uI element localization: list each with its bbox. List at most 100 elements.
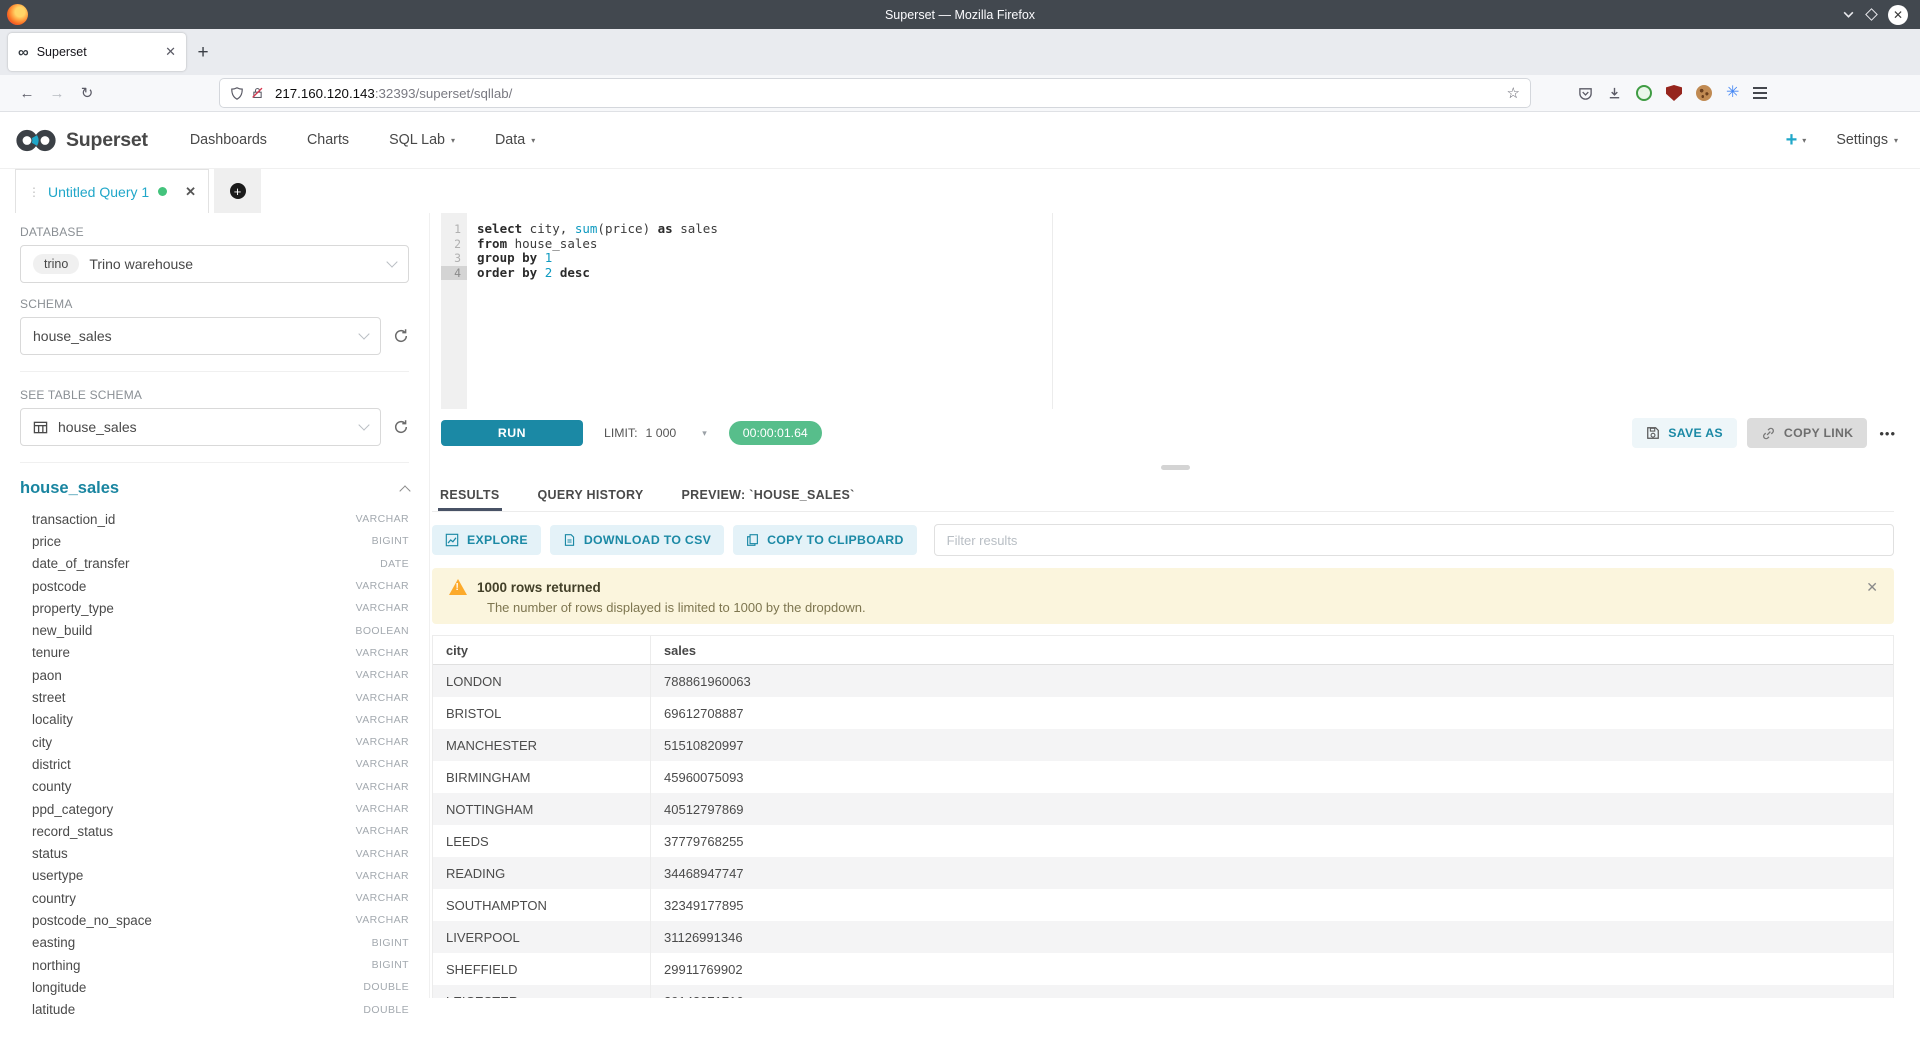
table-grid-icon bbox=[33, 420, 48, 435]
window-maximize-icon[interactable] bbox=[1865, 8, 1878, 21]
banner-close-icon[interactable]: ✕ bbox=[1866, 579, 1878, 596]
schema-column-row: countyVARCHAR bbox=[20, 776, 409, 798]
schema-column-row: usertypeVARCHAR bbox=[20, 865, 409, 887]
cell-city: NOTTINGHAM bbox=[433, 793, 651, 825]
limit-dropdown[interactable]: LIMIT: 1 000 ▾ bbox=[604, 426, 707, 440]
column-type: VARCHAR bbox=[356, 914, 409, 926]
column-name: price bbox=[32, 534, 61, 549]
column-name: tenure bbox=[32, 645, 70, 660]
cell-sales: 32349177895 bbox=[651, 889, 1893, 921]
collapse-chevron-icon[interactable] bbox=[399, 485, 410, 496]
action-label: DOWNLOAD TO CSV bbox=[584, 533, 711, 547]
sql-editor[interactable]: 1234 select city, sum(price) as salesfro… bbox=[430, 213, 1920, 409]
schema-column-row: property_typeVARCHAR bbox=[20, 597, 409, 619]
downloads-icon[interactable] bbox=[1607, 86, 1622, 101]
schema-column-row: postcode_no_spaceVARCHAR bbox=[20, 909, 409, 931]
explore-button[interactable]: EXPLORE bbox=[432, 525, 541, 555]
add-query-tab-button[interactable]: + bbox=[214, 169, 261, 213]
cell-sales: 29911769902 bbox=[651, 953, 1893, 985]
schema-column-row: statusVARCHAR bbox=[20, 842, 409, 864]
cell-city: LEEDS bbox=[433, 825, 651, 857]
ublock-shield-icon[interactable] bbox=[1666, 85, 1682, 101]
cell-sales: 37779768255 bbox=[651, 825, 1893, 857]
save-as-button[interactable]: SAVE AS bbox=[1632, 418, 1737, 448]
filter-results-input[interactable] bbox=[934, 524, 1894, 556]
superset-brand[interactable]: Superset bbox=[14, 127, 148, 154]
nav-item-charts[interactable]: Charts bbox=[307, 132, 349, 148]
column-name: usertype bbox=[32, 868, 83, 883]
window-minimize-icon[interactable] bbox=[1842, 8, 1855, 21]
back-icon[interactable]: ← bbox=[12, 85, 42, 102]
settings-menu[interactable]: Settings ▾ bbox=[1836, 132, 1898, 148]
cell-sales: 31126991346 bbox=[651, 921, 1893, 953]
run-button[interactable]: RUN bbox=[441, 420, 583, 446]
results-actions: EXPLORE DOWNLOAD TO CSV COPY TO CLIPBOARD bbox=[432, 524, 1894, 556]
editor-code[interactable]: select city, sum(price) as salesfrom hou… bbox=[477, 222, 1920, 280]
editor-gutter: 1234 bbox=[441, 213, 467, 409]
chevron-down-icon: ▾ bbox=[1802, 136, 1806, 145]
column-name: country bbox=[32, 891, 76, 906]
nav-item-label: Data bbox=[495, 132, 525, 148]
schema-column-row: countryVARCHAR bbox=[20, 887, 409, 909]
copy-clipboard-button[interactable]: COPY TO CLIPBOARD bbox=[733, 525, 917, 555]
column-name: status bbox=[32, 846, 68, 861]
new-tab-button[interactable]: + bbox=[186, 36, 220, 70]
copy-link-button[interactable]: COPY LINK bbox=[1747, 418, 1867, 448]
chevron-down-icon: ▾ bbox=[451, 136, 455, 145]
menu-icon[interactable] bbox=[1753, 87, 1767, 98]
column-header-sales[interactable]: sales bbox=[651, 636, 1893, 664]
resize-handle[interactable] bbox=[1161, 465, 1190, 470]
superset-favicon-icon: ∞ bbox=[18, 45, 29, 60]
query-tabstrip: ⋮ Untitled Query 1 ✕ + bbox=[0, 169, 1920, 213]
brand-name: Superset bbox=[66, 129, 148, 152]
query-tab-close-icon[interactable]: ✕ bbox=[185, 184, 196, 200]
column-name: northing bbox=[32, 958, 80, 973]
drag-handle-icon[interactable]: ⋮ bbox=[28, 185, 39, 199]
cookie-icon[interactable] bbox=[1696, 85, 1712, 101]
nav-item-data[interactable]: Data▾ bbox=[495, 132, 535, 148]
reload-icon[interactable]: ↻ bbox=[72, 84, 102, 102]
results-tab-preview-house-sales[interactable]: PREVIEW: `HOUSE_SALES` bbox=[680, 478, 857, 511]
more-options-icon[interactable]: ••• bbox=[1879, 426, 1896, 441]
new-content-button[interactable]: + ▾ bbox=[1786, 130, 1807, 150]
nav-item-dashboards[interactable]: Dashboards bbox=[190, 132, 267, 148]
schema-column-row: postcodeVARCHAR bbox=[20, 575, 409, 597]
plus-icon: + bbox=[1786, 130, 1798, 150]
schema-select[interactable]: house_sales bbox=[20, 317, 381, 355]
column-name: new_build bbox=[32, 623, 92, 638]
tab-close-icon[interactable]: ✕ bbox=[165, 44, 176, 60]
database-select[interactable]: trino Trino warehouse bbox=[20, 245, 409, 283]
column-name: city bbox=[32, 735, 52, 750]
table-schema-select[interactable]: house_sales bbox=[20, 408, 381, 446]
refresh-table-icon[interactable] bbox=[393, 419, 409, 435]
pocket-icon[interactable] bbox=[1578, 86, 1593, 101]
browser-tab[interactable]: ∞ Superset ✕ bbox=[8, 33, 186, 71]
insecure-lock-icon[interactable] bbox=[251, 86, 264, 100]
schema-column-row: longitudeDOUBLE bbox=[20, 976, 409, 998]
shield-icon[interactable] bbox=[230, 86, 244, 101]
line-number: 2 bbox=[441, 237, 467, 252]
download-csv-button[interactable]: DOWNLOAD TO CSV bbox=[550, 525, 724, 555]
column-type: BIGINT bbox=[372, 535, 409, 547]
nav-item-label: Charts bbox=[307, 132, 349, 148]
column-type: VARCHAR bbox=[356, 714, 409, 726]
table-name[interactable]: house_sales bbox=[20, 479, 119, 498]
column-type: DATE bbox=[380, 558, 409, 570]
cell-city: MANCHESTER bbox=[433, 729, 651, 761]
floppy-icon bbox=[1646, 426, 1660, 440]
schema-column-row: streetVARCHAR bbox=[20, 686, 409, 708]
extension-asterisk-icon[interactable]: ✳ bbox=[1726, 85, 1739, 101]
column-header-city[interactable]: city bbox=[433, 636, 651, 664]
bookmark-star-icon[interactable]: ☆ bbox=[1507, 84, 1520, 102]
url-bar[interactable]: 217.160.120.143:32393/superset/sqllab/ ☆ bbox=[220, 79, 1530, 107]
cell-sales: 40512797869 bbox=[651, 793, 1893, 825]
forward-icon[interactable]: → bbox=[42, 85, 72, 102]
extension-green-icon[interactable] bbox=[1636, 85, 1652, 101]
refresh-schema-icon[interactable] bbox=[393, 328, 409, 344]
query-tab-active[interactable]: ⋮ Untitled Query 1 ✕ bbox=[15, 169, 209, 213]
window-close-icon[interactable]: ✕ bbox=[1888, 5, 1908, 25]
column-name: county bbox=[32, 779, 71, 794]
nav-item-sql-lab[interactable]: SQL Lab▾ bbox=[389, 132, 455, 148]
results-tab-results[interactable]: RESULTS bbox=[438, 478, 502, 511]
results-tab-query-history[interactable]: QUERY HISTORY bbox=[536, 478, 646, 511]
